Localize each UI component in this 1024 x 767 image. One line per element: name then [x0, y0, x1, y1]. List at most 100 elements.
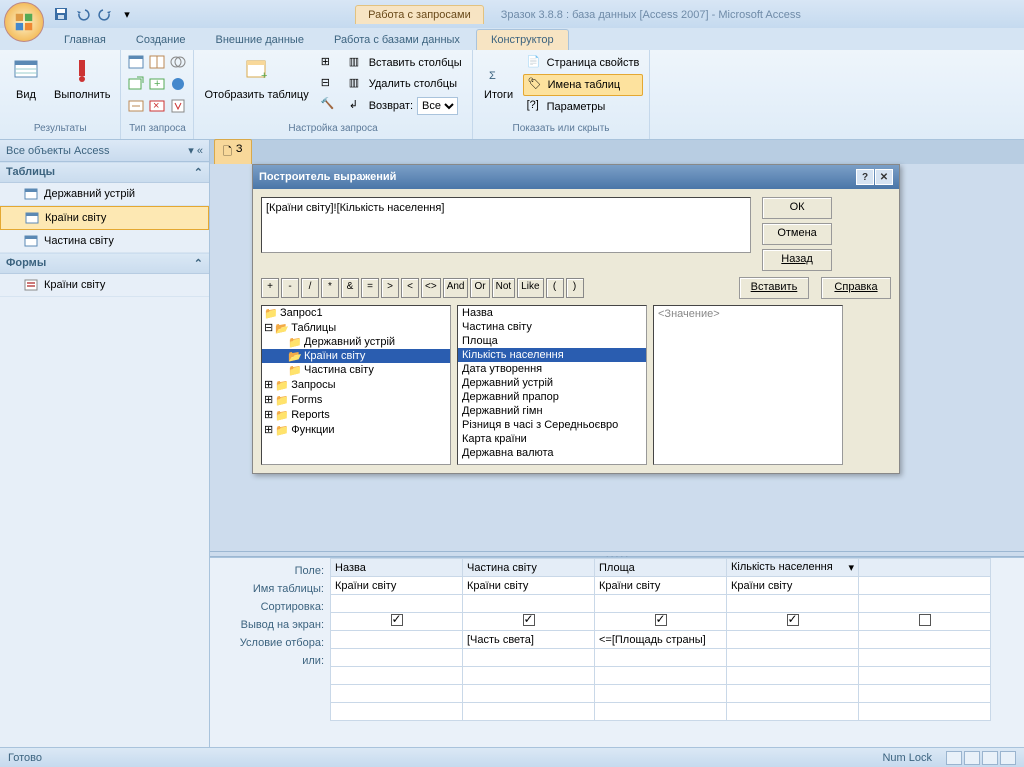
union-query-icon[interactable]	[169, 53, 187, 74]
grid-cell[interactable]	[859, 559, 991, 577]
field-item[interactable]: Державний прапор	[458, 390, 646, 404]
sql-view-icon[interactable]	[964, 751, 980, 765]
field-item[interactable]: Назва	[458, 306, 646, 320]
insert-rows-button[interactable]: ⊞	[317, 53, 341, 73]
back-button[interactable]: Назад	[762, 249, 832, 271]
table-names-button[interactable]: 🏷Имена таблиц	[523, 74, 644, 96]
grid-cell[interactable]	[859, 613, 991, 631]
grid-cell[interactable]: Країни світу	[331, 577, 463, 595]
grid-cell[interactable]	[727, 613, 859, 631]
grid-cell[interactable]	[331, 613, 463, 631]
tree-item[interactable]: 📁Запрос1	[262, 306, 450, 320]
grid-cell[interactable]: <=[Площадь страны]	[595, 631, 727, 649]
tree-item[interactable]: ⊞📁Forms	[262, 392, 450, 407]
grid-cell[interactable]	[463, 703, 595, 721]
dialog-titlebar[interactable]: Построитель выражений ? ✕	[253, 165, 899, 189]
tree-item[interactable]: 📁Частина світу	[262, 363, 450, 377]
grid-cell[interactable]: Країни світу	[595, 577, 727, 595]
grid-cell[interactable]	[331, 667, 463, 685]
insert-columns-button[interactable]: ▥Вставить столбцы	[345, 53, 466, 73]
operator-button[interactable]: *	[321, 278, 339, 298]
tree-item[interactable]: 📂Країни світу	[262, 349, 450, 363]
operator-button[interactable]: &	[341, 278, 359, 298]
operator-button[interactable]: Or	[470, 278, 489, 298]
run-button[interactable]: Выполнить	[50, 53, 114, 103]
grid-cell[interactable]: Країни світу	[463, 577, 595, 595]
save-icon[interactable]	[52, 5, 70, 23]
grid-cell[interactable]	[595, 667, 727, 685]
nav-form-item[interactable]: Країни світу	[0, 274, 209, 297]
nav-header[interactable]: Все объекты Access▾ «	[0, 140, 209, 162]
parameters-button[interactable]: [?]Параметры	[523, 97, 644, 117]
grid-cell[interactable]	[463, 685, 595, 703]
document-tab[interactable]: 🗋З	[214, 139, 252, 166]
operator-button[interactable]: Not	[492, 278, 516, 298]
grid-cell[interactable]	[331, 595, 463, 613]
crosstab-query-icon[interactable]	[148, 53, 166, 74]
values-list[interactable]: <Значение>	[653, 305, 843, 465]
return-combo[interactable]: Все	[417, 97, 458, 115]
help-button[interactable]: Справка	[821, 277, 891, 299]
totals-button[interactable]: Σ Итоги	[479, 53, 519, 103]
field-item[interactable]: Різниця в часі з Середньоєвро	[458, 418, 646, 432]
grid-cell[interactable]	[463, 595, 595, 613]
grid-table[interactable]: НазваЧастина світуПлощаКількість населен…	[330, 558, 991, 721]
tab-create[interactable]: Создание	[122, 30, 200, 50]
chevron-left-icon[interactable]: ▾ «	[188, 144, 203, 157]
show-checkbox[interactable]	[391, 614, 403, 626]
update-query-icon[interactable]	[127, 97, 145, 118]
property-sheet-button[interactable]: 📄Страница свойств	[523, 53, 644, 73]
tree-item[interactable]: ⊟📂Таблицы	[262, 320, 450, 335]
nav-group-tables[interactable]: Таблицы⌃	[0, 162, 209, 183]
pivot-view-icon[interactable]	[1000, 751, 1016, 765]
grid-cell[interactable]	[859, 649, 991, 667]
nav-table-item[interactable]: Державний устрій	[0, 183, 209, 206]
grid-cell[interactable]	[727, 685, 859, 703]
grid-cell[interactable]	[331, 631, 463, 649]
field-item[interactable]: Кількість населення	[458, 348, 646, 362]
grid-cell[interactable]	[859, 703, 991, 721]
redo-icon[interactable]	[96, 5, 114, 23]
grid-cell[interactable]: Площа	[595, 559, 727, 577]
operator-button[interactable]: /	[301, 278, 319, 298]
grid-cell[interactable]	[727, 667, 859, 685]
tab-database-tools[interactable]: Работа с базами данных	[320, 30, 474, 50]
grid-cell[interactable]	[859, 577, 991, 595]
operator-button[interactable]: )	[566, 278, 584, 298]
show-checkbox[interactable]	[919, 614, 931, 626]
grid-cell[interactable]	[859, 631, 991, 649]
make-table-icon[interactable]	[127, 75, 145, 96]
insert-button[interactable]: Вставить	[739, 277, 809, 299]
cancel-button[interactable]: Отмена	[762, 223, 832, 245]
tree-item[interactable]: ⊞📁Функции	[262, 422, 450, 437]
nav-table-item[interactable]: Частина світу	[0, 230, 209, 253]
grid-cell[interactable]	[463, 613, 595, 631]
grid-cell[interactable]	[331, 649, 463, 667]
qat-dropdown-icon[interactable]: ▾	[118, 5, 136, 23]
operator-button[interactable]: And	[443, 278, 469, 298]
grid-cell[interactable]	[595, 613, 727, 631]
delete-columns-button[interactable]: ▥Удалить столбцы	[345, 74, 466, 94]
grid-cell[interactable]	[595, 649, 727, 667]
show-checkbox[interactable]	[787, 614, 799, 626]
operator-button[interactable]: <	[401, 278, 419, 298]
grid-cell[interactable]: Назва	[331, 559, 463, 577]
delete-rows-button[interactable]: ⊟	[317, 74, 341, 94]
field-item[interactable]: Державний устрій	[458, 376, 646, 390]
grid-cell[interactable]	[859, 685, 991, 703]
operator-button[interactable]: >	[381, 278, 399, 298]
show-checkbox[interactable]	[655, 614, 667, 626]
view-button[interactable]: Вид	[6, 53, 46, 103]
grid-cell[interactable]	[595, 685, 727, 703]
grid-cell[interactable]	[727, 595, 859, 613]
operator-button[interactable]: -	[281, 278, 299, 298]
help-icon[interactable]: ?	[856, 169, 874, 185]
undo-icon[interactable]	[74, 5, 92, 23]
category-tree[interactable]: 📁Запрос1 ⊟📂Таблицы 📁Державний устрій 📂Кр…	[261, 305, 451, 465]
office-button[interactable]	[4, 2, 44, 42]
grid-cell[interactable]	[595, 703, 727, 721]
tab-home[interactable]: Главная	[50, 30, 120, 50]
tree-item[interactable]: ⊞📁Reports	[262, 407, 450, 422]
field-item[interactable]: Дата утворення	[458, 362, 646, 376]
grid-cell[interactable]: Кількість населення ▾	[727, 559, 859, 577]
